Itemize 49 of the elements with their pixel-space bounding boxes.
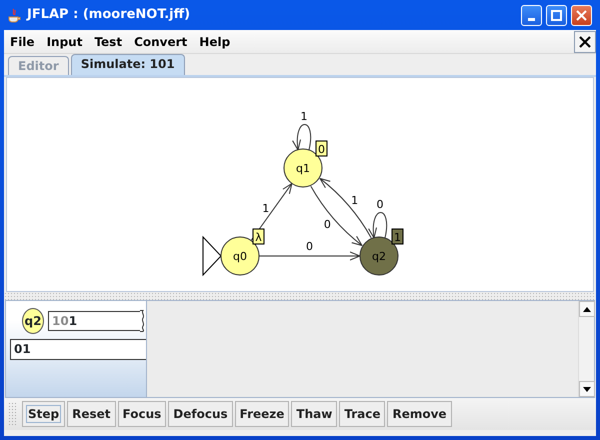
down-arrow-icon xyxy=(583,386,591,392)
toolbar-button[interactable]: Freeze xyxy=(234,401,290,427)
output-box: λ xyxy=(252,228,264,244)
transition-label: 1 xyxy=(351,194,358,208)
close-tab-button[interactable] xyxy=(574,30,596,52)
loop-transition-arrow xyxy=(292,124,312,150)
automaton-canvas[interactable]: 1 0 1 0 1 0 q0 λ q1 0 q2 1 xyxy=(6,77,594,292)
transition-label: 0 xyxy=(324,218,331,231)
splitter-handle[interactable] xyxy=(4,292,596,300)
tape-end-icon xyxy=(140,310,146,332)
menu-item[interactable]: Convert xyxy=(128,32,194,50)
transition-label: 1 xyxy=(262,202,270,215)
state-circle: q2 xyxy=(22,308,44,334)
maximize-icon xyxy=(551,10,562,20)
close-icon xyxy=(576,10,587,20)
toolbar-button[interactable]: Focus xyxy=(118,401,166,427)
transition-label: 1 xyxy=(300,110,308,123)
menu-item[interactable]: Help xyxy=(193,32,236,50)
toolbar-button[interactable]: Step xyxy=(22,401,66,427)
toolbar-button[interactable]: Thaw xyxy=(291,401,338,427)
scrollbar[interactable] xyxy=(578,301,594,397)
output-box: 0 xyxy=(316,140,328,156)
menu-item[interactable]: Input xyxy=(40,32,88,50)
transition-label: 0 xyxy=(376,198,384,211)
menu-item[interactable]: Test xyxy=(88,32,128,50)
minimize-button[interactable] xyxy=(521,4,542,26)
transition-arrow xyxy=(250,182,292,242)
minimize-icon xyxy=(528,18,535,20)
window-title: JFLAP : (mooreNOT.jff) xyxy=(27,6,190,24)
transition-arrow xyxy=(319,178,372,238)
tab[interactable]: Simulate: 101 xyxy=(70,54,185,75)
output-box: 1 xyxy=(392,228,404,244)
scroll-up-button[interactable] xyxy=(579,301,595,317)
toolbar-button[interactable]: Remove xyxy=(387,401,452,427)
up-arrow-icon xyxy=(583,306,591,312)
toolbar-grip[interactable] xyxy=(8,402,16,426)
toolbar-button[interactable]: Reset xyxy=(67,401,116,427)
toolbar-button[interactable]: Trace xyxy=(339,401,386,427)
app-icon xyxy=(6,7,22,23)
close-button[interactable] xyxy=(571,4,592,26)
maximize-button[interactable] xyxy=(546,4,567,26)
close-icon xyxy=(579,36,591,48)
output-field: 01 xyxy=(10,339,146,360)
transition-label: 0 xyxy=(306,240,313,253)
toolbar-button[interactable]: Defocus xyxy=(168,401,233,427)
scroll-down-button[interactable] xyxy=(579,381,595,397)
loop-transition-arrow xyxy=(368,212,388,238)
configuration-panel[interactable]: q2 101 01 xyxy=(6,301,147,397)
menu-item[interactable]: File xyxy=(4,32,41,50)
